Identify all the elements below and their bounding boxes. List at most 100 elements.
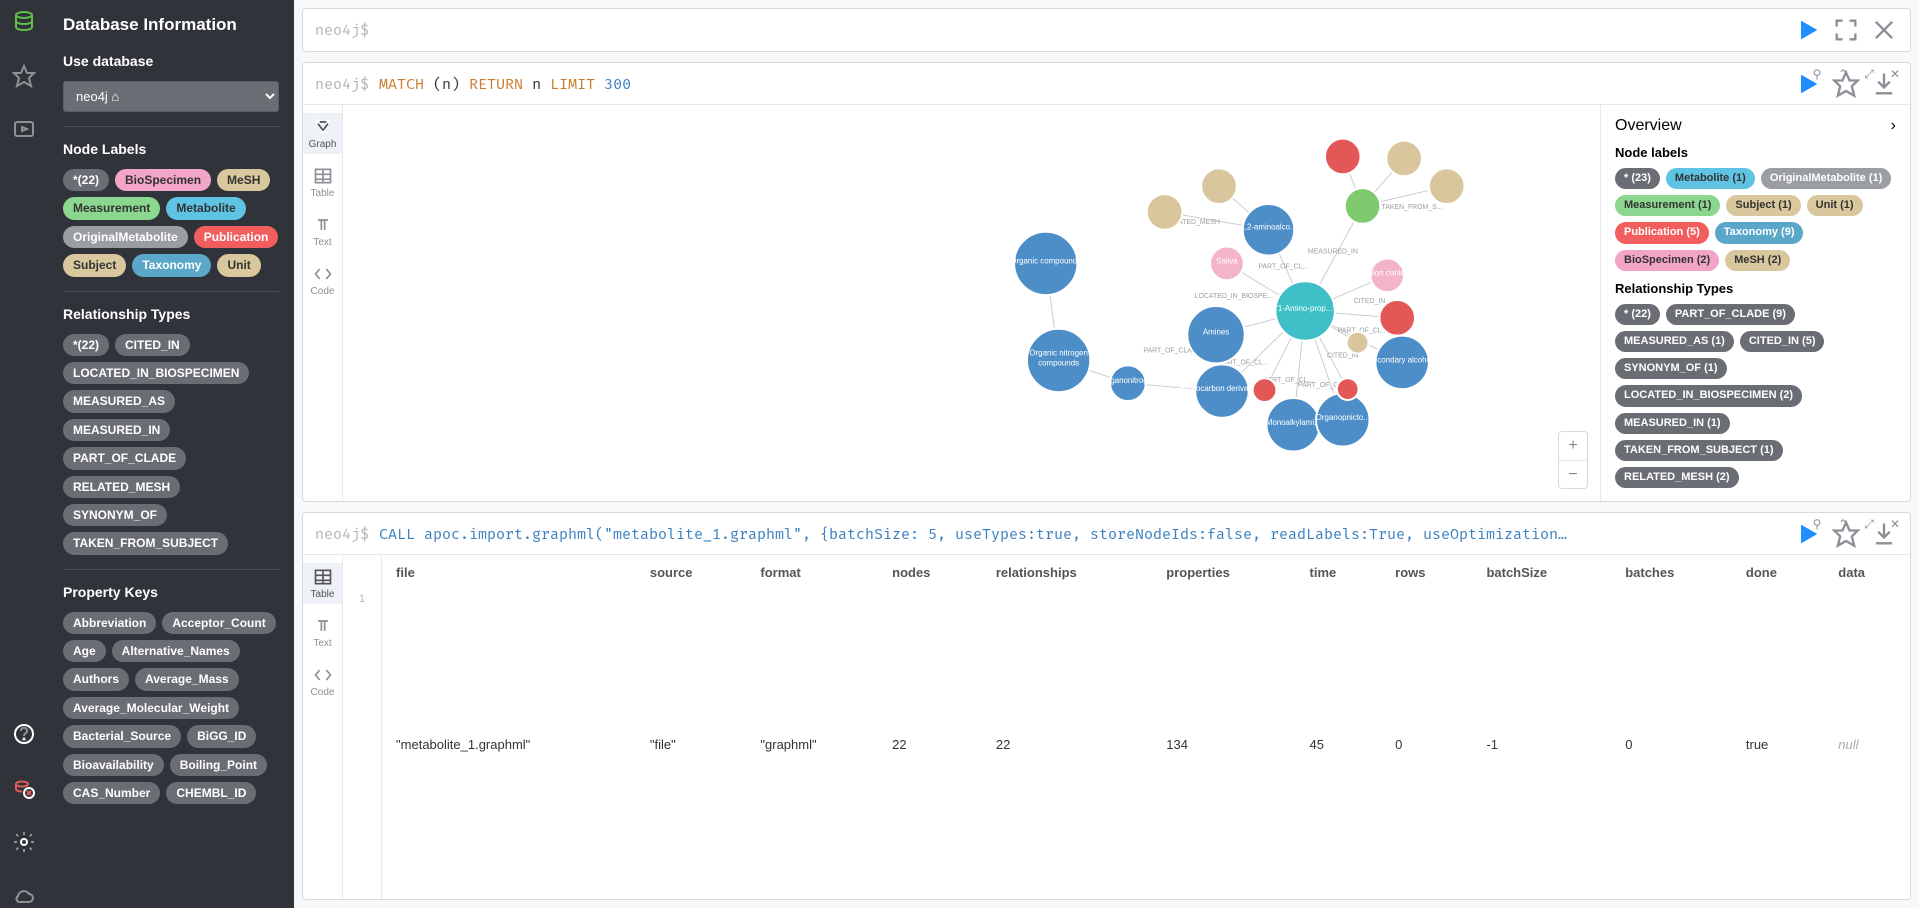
label-pill[interactable]: Average_Mass	[135, 668, 239, 690]
label-pill[interactable]: Authors	[63, 668, 129, 690]
label-pill[interactable]: CITED_IN	[115, 334, 190, 356]
label-pill[interactable]: BiGG_ID	[187, 725, 256, 747]
label-pill[interactable]: * (23)	[1615, 168, 1660, 189]
frame1-query: MATCH (n) RETURN n LIMIT 300	[379, 75, 1784, 93]
label-pill[interactable]: Metabolite (1)	[1666, 168, 1755, 189]
label-pill[interactable]: Boiling_Point	[170, 754, 267, 776]
settings-icon[interactable]	[12, 830, 36, 854]
chevron-right-icon[interactable]: ›	[1891, 117, 1896, 135]
label-pill[interactable]: Measurement (1)	[1615, 195, 1720, 216]
label-pill[interactable]: Alternative_Names	[112, 640, 240, 662]
close-frame-icon[interactable]: ✕	[1888, 67, 1902, 81]
label-pill[interactable]: Acceptor_Count	[162, 612, 275, 634]
close-frame-icon[interactable]: ✕	[1888, 517, 1902, 531]
label-pill[interactable]: *(22)	[63, 169, 109, 191]
view-tab-graph[interactable]: Graph	[303, 113, 342, 154]
database-select[interactable]: neo4j ⌂	[63, 81, 279, 112]
label-pill[interactable]: Taxonomy (9)	[1715, 222, 1804, 243]
view-tab-code[interactable]: Code	[303, 661, 342, 702]
view-tab-text[interactable]: Text	[303, 612, 342, 653]
label-pill[interactable]: * (22)	[1615, 304, 1660, 325]
label-pill[interactable]: LOCATED_IN_BIOSPECIMEN (2)	[1615, 385, 1802, 406]
result-frame-graph: ⚲ ⌃ ⤢ ✕ neo4j$ MATCH (n) RETURN n LIMIT …	[302, 62, 1911, 502]
favorites-tab-icon[interactable]	[12, 64, 36, 88]
frame2-prompt: neo4j$	[315, 525, 369, 543]
label-pill[interactable]: MEASURED_AS (1)	[1615, 331, 1734, 352]
result-frame-table: ⚲ ⌃ ⤢ ✕ neo4j$ CALL apoc.import.graphml(…	[302, 512, 1911, 900]
zoom-in-icon[interactable]: +	[1559, 432, 1587, 460]
label-pill[interactable]: BioSpecimen (2)	[1615, 250, 1719, 271]
use-db-heading: Use database	[63, 53, 279, 69]
label-pill[interactable]: CITED_IN (5)	[1740, 331, 1825, 352]
label-pill[interactable]: Unit	[217, 254, 260, 276]
prop-keys-heading: Property Keys	[63, 584, 279, 600]
label-pill[interactable]: Metabolite	[166, 197, 245, 219]
expand-icon[interactable]: ⤢	[1862, 67, 1876, 81]
pin-icon[interactable]: ⚲	[1810, 517, 1824, 531]
label-pill[interactable]: Bacterial_Source	[63, 725, 181, 747]
label-pill[interactable]: Average_Molecular_Weight	[63, 697, 239, 719]
guides-tab-icon[interactable]	[12, 118, 36, 142]
cloud-icon[interactable]	[12, 884, 36, 908]
label-pill[interactable]: Subject (1)	[1726, 195, 1800, 216]
view-tab-table[interactable]: Table	[303, 162, 342, 203]
expand-icon[interactable]: ⤢	[1862, 517, 1876, 531]
db-info-sidebar: Database Information Use database neo4j …	[48, 0, 294, 908]
label-pill[interactable]: RELATED_MESH (2)	[1615, 467, 1739, 488]
svg-text:LOCATED_IN_BIOSPE...: LOCATED_IN_BIOSPE...	[1195, 293, 1273, 300]
label-pill[interactable]: Measurement	[63, 197, 160, 219]
label-pill[interactable]: CHEMBL_ID	[166, 782, 256, 804]
pin-icon[interactable]: ⚲	[1810, 67, 1824, 81]
label-pill[interactable]: RELATED_MESH	[63, 476, 180, 498]
label-pill[interactable]: MEASURED_AS	[63, 390, 175, 412]
view-tab-text[interactable]: Text	[303, 211, 342, 252]
label-pill[interactable]: Subject	[63, 254, 126, 276]
view-tab-table[interactable]: Table	[303, 563, 342, 604]
view-tab-code[interactable]: Code	[303, 260, 342, 301]
database-tab-icon[interactable]	[12, 10, 36, 34]
label-pill[interactable]: OriginalMetabolite (1)	[1761, 168, 1891, 189]
overview-panel: Overview › Node labels * (23)Metabolite …	[1600, 105, 1910, 501]
result-table: filesourceformatnodesrelationshipsproper…	[382, 555, 1910, 899]
cypher-editor-bar: neo4j$	[302, 8, 1911, 52]
run-button[interactable]	[1794, 16, 1822, 44]
label-pill[interactable]: MeSH	[217, 169, 270, 191]
label-pill[interactable]: Age	[63, 640, 106, 662]
label-pill[interactable]: Abbreviation	[63, 612, 156, 634]
zoom-out-icon[interactable]: −	[1559, 460, 1587, 488]
col-relationships: relationships	[982, 555, 1152, 590]
col-batchSize: batchSize	[1472, 555, 1611, 590]
label-pill[interactable]: LOCATED_IN_BIOSPECIMEN	[63, 362, 249, 384]
fullscreen-icon[interactable]	[1832, 16, 1860, 44]
cell: -1	[1472, 590, 1611, 899]
label-pill[interactable]: MEASURED_IN (1)	[1615, 413, 1730, 434]
collapse-icon[interactable]: ⌃	[1836, 517, 1850, 531]
label-pill[interactable]: Unit (1)	[1807, 195, 1863, 216]
label-pill[interactable]: OriginalMetabolite	[63, 226, 188, 248]
label-pill[interactable]: MEASURED_IN	[63, 419, 170, 441]
row-number: 1	[343, 593, 381, 605]
label-pill[interactable]: BioSpecimen	[115, 169, 211, 191]
label-pill[interactable]: PART_OF_CLADE	[63, 447, 186, 469]
cell: 22	[878, 590, 982, 899]
label-pill[interactable]: TAKEN_FROM_SUBJECT	[63, 532, 228, 554]
label-pill[interactable]: PART_OF_CLADE (9)	[1666, 304, 1795, 325]
close-icon[interactable]	[1870, 16, 1898, 44]
help-icon[interactable]	[12, 722, 36, 746]
sync-error-icon[interactable]	[12, 776, 36, 800]
label-pill[interactable]: Publication (5)	[1615, 222, 1709, 243]
label-pill[interactable]: SYNONYM_OF	[63, 504, 167, 526]
label-pill[interactable]: CAS_Number	[63, 782, 160, 804]
cell: "graphml"	[746, 590, 878, 899]
label-pill[interactable]: Bioavailability	[63, 754, 164, 776]
graph-canvas[interactable]: LOCATED_IN_BIOSPE...PART_OF_CL...MEASURE…	[343, 105, 1600, 501]
collapse-icon[interactable]: ⌃	[1836, 67, 1850, 81]
sidebar-title: Database Information	[63, 15, 279, 35]
label-pill[interactable]: TAKEN_FROM_SUBJECT (1)	[1615, 440, 1783, 461]
cypher-input[interactable]	[379, 21, 1784, 39]
label-pill[interactable]: Publication	[194, 226, 279, 248]
label-pill[interactable]: SYNONYM_OF (1)	[1615, 358, 1727, 379]
label-pill[interactable]: *(22)	[63, 334, 109, 356]
label-pill[interactable]: Taxonomy	[132, 254, 211, 276]
label-pill[interactable]: MeSH (2)	[1725, 250, 1790, 271]
